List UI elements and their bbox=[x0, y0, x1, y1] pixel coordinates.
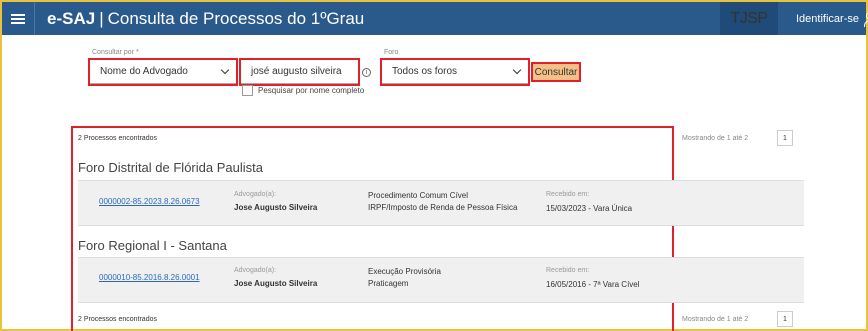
paging-info-top: Mostrando de 1 até 2 bbox=[682, 135, 749, 142]
name-search-input[interactable]: josé augusto silveira bbox=[239, 58, 360, 86]
process-number-link[interactable]: 0000010-85.2016.8.26.0001 bbox=[99, 273, 200, 282]
info-icon[interactable]: i bbox=[362, 68, 371, 77]
process-class: Execução Provisória bbox=[368, 267, 441, 276]
results-count-bottom: 2 Processos encontrados bbox=[78, 316, 157, 323]
lawyer-label: Advogado(a): bbox=[234, 267, 277, 274]
process-number-link[interactable]: 0000002-85.2023.8.26.0673 bbox=[99, 197, 200, 206]
full-name-checkbox-label[interactable]: Pesquisar por nome completo bbox=[258, 86, 364, 95]
app-subtitle: Consulta de Processos do 1ºGrau bbox=[107, 8, 365, 28]
consultar-por-select[interactable]: Nome do Advogado bbox=[88, 58, 238, 86]
chevron-down-icon bbox=[512, 65, 522, 75]
received-label: Recebido em: bbox=[546, 267, 590, 274]
page-title: e-SAJ | Consulta de Processos do 1ºGrau bbox=[47, 9, 364, 29]
app-name[interactable]: e-SAJ bbox=[47, 9, 95, 28]
header-divider bbox=[34, 2, 35, 35]
foro-value: Todos os foros bbox=[392, 66, 458, 77]
received-label: Recebido em: bbox=[546, 191, 590, 198]
page-button-bottom[interactable]: 1 bbox=[777, 311, 793, 327]
foro-group-title: Foro Regional I - Santana bbox=[78, 238, 227, 253]
foro-select[interactable]: Todos os foros bbox=[380, 58, 530, 86]
foro-group-title: Foro Distrital de Flórida Paulista bbox=[78, 160, 263, 175]
name-search-value: josé augusto silveira bbox=[251, 66, 342, 77]
consultar-button[interactable]: Consultar bbox=[531, 62, 581, 82]
received-value: 16/05/2016 - 7ª Vara Cível bbox=[546, 280, 640, 289]
paging-info-bottom: Mostrando de 1 até 2 bbox=[682, 316, 749, 323]
hamburger-menu-icon[interactable] bbox=[2, 2, 34, 35]
chevron-down-icon bbox=[220, 65, 230, 75]
login-label[interactable]: Identificar-se bbox=[796, 13, 859, 25]
process-subject: IRPF/Imposto de Renda de Pessoa Física bbox=[368, 203, 518, 212]
lawyer-name: Jose Augusto Silveira bbox=[234, 279, 318, 288]
full-name-checkbox[interactable] bbox=[242, 85, 253, 96]
results-count-top: 2 Processos encontrados bbox=[78, 135, 157, 142]
title-separator: | bbox=[99, 8, 104, 28]
process-class: Procedimento Comum Cível bbox=[368, 191, 469, 200]
tjsp-brand[interactable]: TJSP bbox=[720, 2, 778, 35]
login-link[interactable]: Identificar-se bbox=[796, 2, 868, 35]
lawyer-name: Jose Augusto Silveira bbox=[234, 203, 318, 212]
consultar-por-value: Nome do Advogado bbox=[100, 66, 188, 77]
user-icon[interactable] bbox=[863, 11, 868, 27]
received-value: 15/03/2023 - Vara Única bbox=[546, 204, 633, 213]
foro-label: Foro bbox=[384, 49, 399, 56]
consultar-por-label: Consultar por * bbox=[92, 49, 139, 56]
lawyer-label: Advogado(a): bbox=[234, 191, 277, 198]
page-button-top[interactable]: 1 bbox=[777, 130, 793, 146]
process-subject: Praticagem bbox=[368, 279, 409, 288]
